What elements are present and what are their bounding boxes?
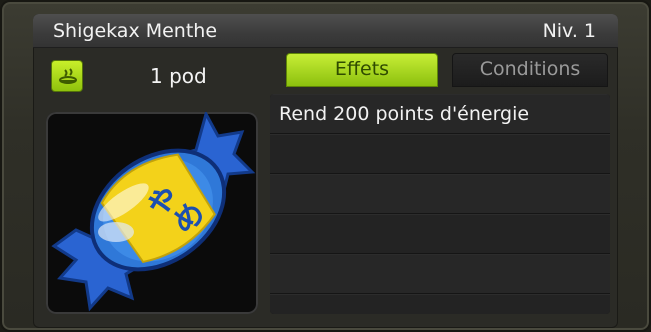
tab-effects[interactable]: Effets [286, 53, 438, 87]
item-name: Shigekax Menthe [53, 20, 218, 42]
item-level: Niv. 1 [542, 20, 596, 42]
effect-row [270, 134, 610, 174]
tab-conditions[interactable]: Conditions [452, 53, 608, 87]
consumable-icon[interactable] [51, 60, 83, 92]
effect-row [270, 254, 610, 294]
effect-row: Rend 200 points d'énergie [270, 94, 610, 134]
effect-row [270, 294, 610, 314]
mint-candy-icon: ゃ め [51, 112, 256, 312]
effect-row [270, 214, 610, 254]
effects-list: Rend 200 points d'énergie [270, 94, 610, 314]
item-weight: 1 pod [150, 64, 207, 88]
effect-row [270, 174, 610, 214]
bowl-icon [59, 68, 77, 84]
item-image-frame: ゃ め [46, 112, 258, 314]
title-bar: Shigekax Menthe Niv. 1 [33, 14, 618, 48]
